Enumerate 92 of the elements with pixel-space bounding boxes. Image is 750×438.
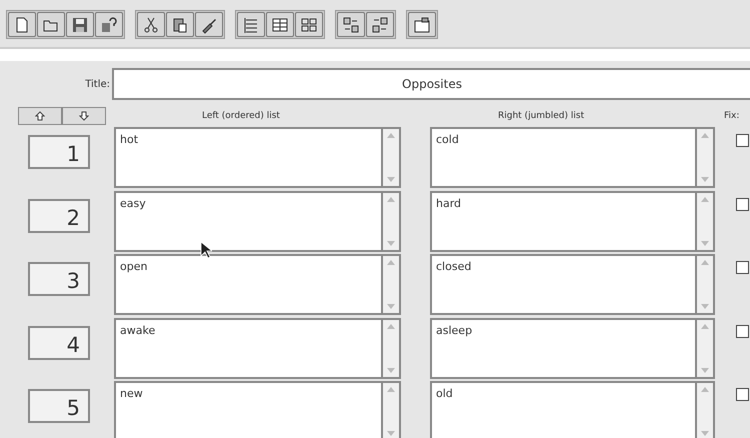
scroll-down-icon	[701, 304, 709, 309]
item-text: asleep	[435, 322, 474, 336]
scroll-down-icon	[387, 240, 395, 246]
text-area[interactable]: asleep	[430, 318, 715, 378]
text-area[interactable]: old	[430, 381, 715, 438]
title-label: Title:	[84, 78, 111, 90]
toolbar-button[interactable]	[295, 12, 323, 37]
move-down-button[interactable]	[62, 107, 106, 125]
item-text: cold	[435, 132, 460, 146]
toolbar-button[interactable]	[266, 12, 294, 37]
column-header: Fix:	[724, 111, 740, 121]
scroll-up-icon	[387, 387, 395, 392]
text-area[interactable]: hot	[114, 127, 401, 188]
row-number: 1	[28, 135, 90, 169]
scrollbar[interactable]	[381, 383, 399, 438]
scrollbar[interactable]	[695, 129, 713, 186]
columns-icon	[271, 16, 289, 34]
item-text: awake	[119, 322, 156, 336]
toolbar-button[interactable]	[137, 12, 165, 37]
scrollbar[interactable]	[695, 256, 713, 313]
row-number: 2	[28, 198, 90, 232]
save-icon	[71, 16, 89, 34]
text-area[interactable]: open	[114, 254, 401, 315]
scroll-down-icon	[387, 304, 395, 309]
scroll-down-icon	[701, 431, 709, 436]
column-header: Left (ordered) list	[202, 111, 280, 121]
fix-checkbox[interactable]	[736, 261, 749, 274]
text-area[interactable]: hard	[430, 190, 715, 252]
grid-icon	[300, 16, 318, 34]
item-text: open	[119, 259, 148, 273]
scrollbar[interactable]	[695, 383, 713, 438]
fix-checkbox[interactable]	[736, 324, 749, 338]
scrollbar[interactable]	[381, 256, 399, 313]
text-area[interactable]: closed	[430, 254, 715, 315]
scroll-up-icon	[387, 133, 395, 138]
toolbar-button[interactable]	[337, 12, 365, 37]
scroll-up-icon	[387, 324, 395, 328]
row-number: 4	[28, 326, 90, 360]
item-text: easy	[119, 196, 147, 210]
scroll-down-icon	[387, 177, 395, 182]
swap-icon	[342, 16, 360, 34]
toolbar-button[interactable]	[237, 12, 265, 37]
toolbar-button[interactable]	[66, 12, 94, 37]
text-area[interactable]: new	[114, 381, 401, 438]
toolbar-button[interactable]	[8, 12, 36, 37]
scroll-down-icon	[701, 368, 709, 372]
scrollbar[interactable]	[381, 192, 399, 250]
item-text: closed	[435, 259, 472, 273]
toolbar-button[interactable]	[166, 12, 194, 37]
scroll-up-icon	[701, 196, 709, 202]
item-text: hot	[119, 132, 140, 146]
window-icon	[413, 16, 431, 34]
scroll-up-icon	[387, 260, 395, 265]
scrollbar[interactable]	[381, 320, 399, 376]
title-field[interactable]: Opposites	[112, 68, 750, 100]
shuffle-icon	[371, 16, 389, 34]
item-text: hard	[435, 196, 462, 210]
text-area[interactable]: awake	[114, 318, 401, 378]
up-arrow-icon	[35, 111, 45, 121]
row-number: 5	[28, 389, 90, 423]
item-text: old	[435, 386, 454, 400]
scrollbar[interactable]	[381, 129, 399, 186]
scroll-up-icon	[701, 324, 709, 328]
list-icon	[242, 16, 260, 34]
scroll-down-icon	[701, 240, 709, 246]
fix-checkbox[interactable]	[736, 134, 749, 147]
cursor-icon	[200, 241, 212, 259]
scroll-up-icon	[701, 387, 709, 392]
move-up-button[interactable]	[18, 107, 62, 125]
scroll-up-icon	[387, 196, 395, 202]
item-text: new	[119, 386, 144, 400]
toolbar-button[interactable]	[95, 12, 123, 37]
fix-checkbox[interactable]	[736, 198, 749, 210]
help-icon	[100, 16, 118, 34]
column-header: Right (jumbled) list	[498, 111, 584, 121]
scroll-down-icon	[387, 431, 395, 436]
toolbar-button[interactable]	[366, 12, 394, 37]
scroll-down-icon	[387, 368, 395, 372]
fix-checkbox[interactable]	[736, 388, 749, 401]
scroll-down-icon	[701, 177, 709, 182]
scrollbar[interactable]	[695, 192, 713, 250]
scrollbar[interactable]	[695, 320, 713, 376]
down-arrow-icon	[79, 111, 89, 121]
row-number: 3	[28, 262, 90, 296]
toolbar-button[interactable]	[195, 12, 223, 37]
paste-icon	[171, 16, 189, 34]
text-area[interactable]: cold	[430, 127, 715, 188]
scissors-icon	[142, 16, 160, 34]
toolbar-button[interactable]	[37, 12, 65, 37]
scroll-up-icon	[701, 260, 709, 265]
scroll-up-icon	[701, 133, 709, 138]
text-area[interactable]: easy	[114, 190, 401, 252]
